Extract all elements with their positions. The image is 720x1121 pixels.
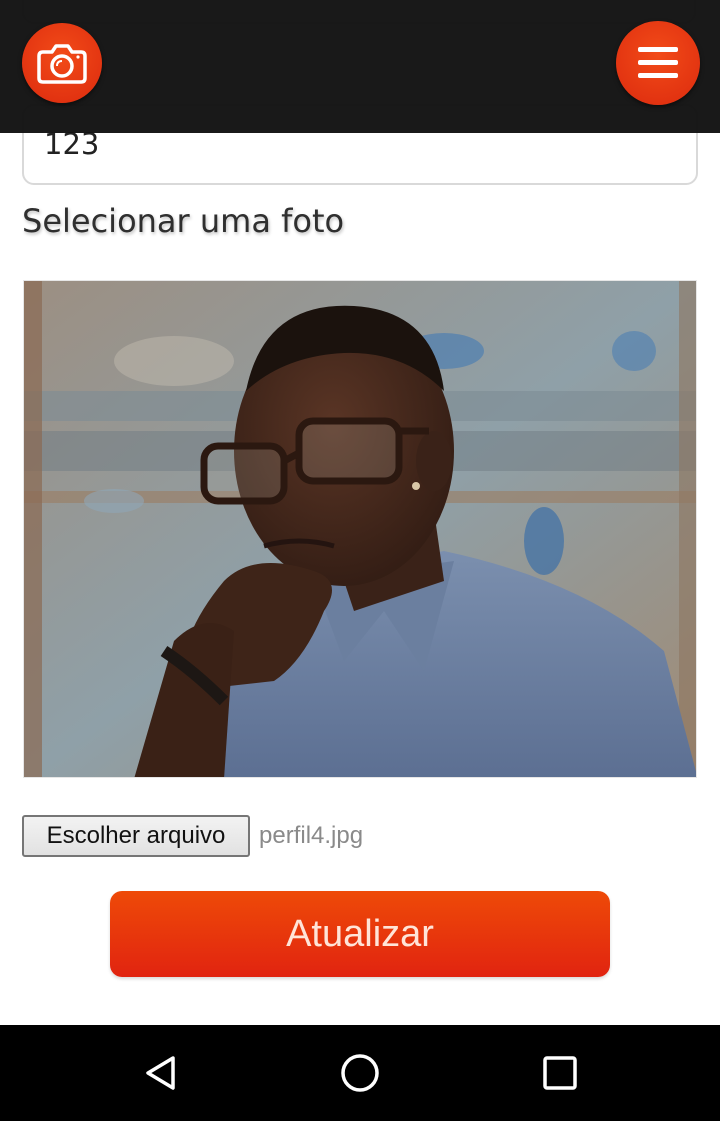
profile-photo-preview	[23, 280, 697, 778]
home-button[interactable]	[336, 1049, 384, 1097]
photo-section-label: Selecionar uma foto	[22, 202, 345, 240]
recents-square-icon	[543, 1056, 577, 1090]
recents-button[interactable]	[536, 1049, 584, 1097]
selected-file-name: perfil4.jpg	[259, 822, 364, 849]
home-circle-icon	[341, 1054, 379, 1092]
back-triangle-icon	[146, 1056, 175, 1090]
menu-icon	[638, 47, 678, 78]
choose-file-button[interactable]: Escolher arquivo	[22, 815, 250, 857]
file-picker: Escolher arquivo perfil4.jpg	[22, 815, 363, 857]
back-button[interactable]	[136, 1049, 184, 1097]
system-navigation-bar	[0, 1025, 720, 1121]
profile-photo-image	[24, 281, 696, 777]
screen: 123 Selecionar uma foto Escolher arquivo…	[0, 0, 720, 1121]
menu-button[interactable]	[616, 21, 700, 105]
camera-icon	[37, 44, 87, 84]
update-button[interactable]: Atualizar	[110, 891, 610, 977]
camera-button[interactable]	[22, 23, 102, 103]
app-header	[0, 0, 720, 133]
